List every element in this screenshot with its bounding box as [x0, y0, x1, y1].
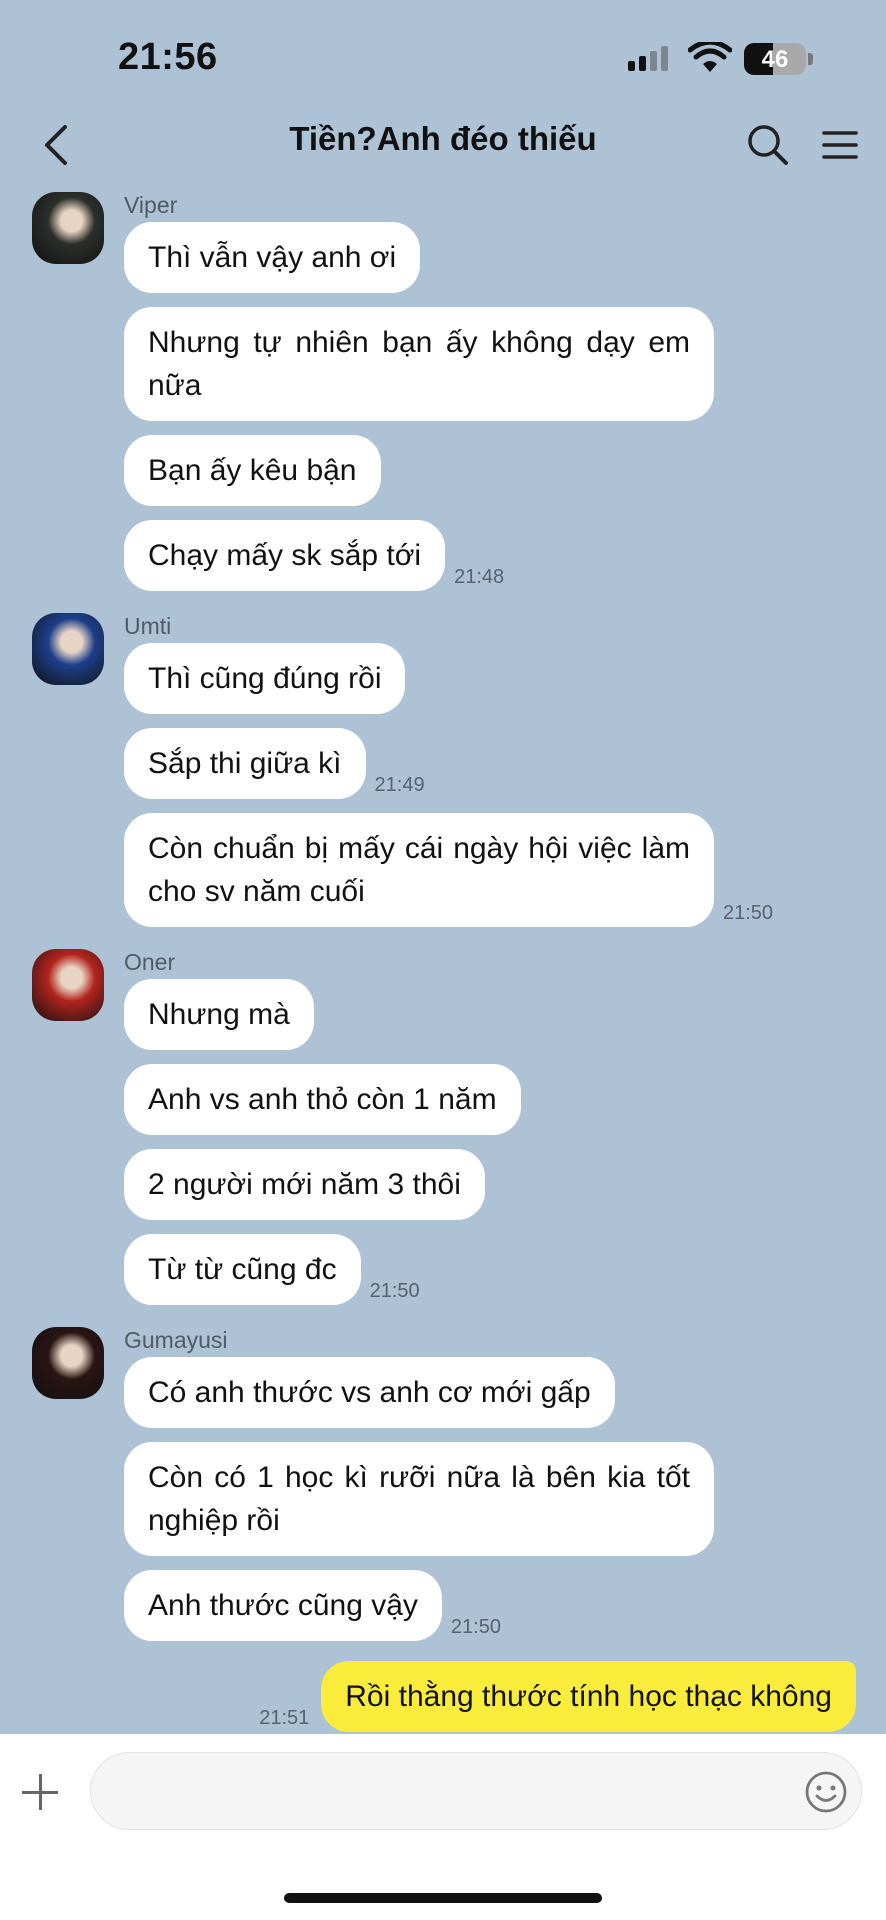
add-attachment-button[interactable]: [18, 1770, 62, 1814]
message-bubble[interactable]: Nhưng tự nhiên bạn ấy không dạy em nữa: [124, 307, 714, 421]
message-bubble[interactable]: Anh vs anh thỏ còn 1 năm: [124, 1064, 521, 1135]
message-time: 21:50: [723, 902, 774, 924]
cellular-signal-icon: [628, 46, 668, 71]
battery-percent: 46: [761, 46, 789, 73]
message-time: 21:50: [450, 1616, 501, 1638]
message-row: Thì vẫn vậy anh ơi: [124, 222, 886, 293]
message-row: Từ từ cũng đc 21:50: [124, 1234, 886, 1305]
own-message-bubble[interactable]: Rồi thằng thước tính học thạc không: [321, 1661, 856, 1732]
message-row: Chạy mấy sk sắp tới 21:48: [124, 520, 886, 591]
message-row: Còn có 1 học kì rưỡi nữa là bên kia tốt …: [124, 1442, 886, 1556]
message-bubble[interactable]: Còn chuẩn bị mấy cái ngày hội việc làm c…: [124, 813, 714, 927]
own-message-row: 21:51 Rồi thằng thước tính học thạc khôn…: [0, 1661, 886, 1732]
message-list[interactable]: Viper Thì vẫn vậy anh ơi Nhưng tự nhiên bạ…: [0, 190, 886, 1734]
status-time: 21:56: [118, 36, 218, 78]
message-row: Có anh thước vs anh cơ mới gấp: [124, 1357, 886, 1428]
message-bubble[interactable]: Nhưng mà: [124, 979, 314, 1050]
message-row: Anh vs anh thỏ còn 1 năm: [124, 1064, 886, 1135]
message-bubble[interactable]: Bạn ấy kêu bận: [124, 435, 381, 506]
message-row: Còn chuẩn bị mấy cái ngày hội việc làm c…: [124, 813, 886, 927]
chat-header: Tiền?Anh đéo thiếu: [0, 110, 886, 190]
wifi-icon: [688, 42, 732, 72]
chevron-left-icon: [45, 125, 67, 165]
message-row: Sắp thi giữa kì 21:49: [124, 728, 886, 799]
message-time: 21:49: [374, 774, 425, 796]
message-bubble[interactable]: Anh thước cũng vậy: [124, 1570, 442, 1641]
back-button[interactable]: [26, 115, 86, 175]
avatar[interactable]: [32, 192, 104, 264]
avatar[interactable]: [32, 613, 104, 685]
sender-name: Gumayusi: [124, 1327, 228, 1353]
message-time: 21:48: [454, 566, 505, 588]
battery-cap: [808, 53, 813, 65]
message-bubble[interactable]: Thì vẫn vậy anh ơi: [124, 222, 421, 293]
message-time: 21:50: [369, 1280, 420, 1302]
sender-name: Viper: [124, 192, 178, 218]
message-bubble[interactable]: Từ từ cũng đc: [124, 1234, 361, 1305]
sender-name: Oner: [124, 949, 176, 975]
message-bubble[interactable]: Có anh thước vs anh cơ mới gấp: [124, 1357, 615, 1428]
status-bar: 21:56 46: [0, 0, 886, 110]
message-bubble[interactable]: Thì cũng đúng rồi: [124, 643, 406, 714]
home-indicator: [284, 1893, 602, 1903]
message-group: Umti Thì cũng đúng rồi Sắp thi giữa kì 21:4…: [0, 611, 886, 927]
message-row: Bạn ấy kêu bận: [124, 435, 886, 506]
message-bubble[interactable]: 2 người mới năm 3 thôi: [124, 1149, 485, 1220]
message-row: Nhưng tự nhiên bạn ấy không dạy em nữa: [124, 307, 886, 421]
message-bubble[interactable]: Chạy mấy sk sắp tới: [124, 520, 446, 591]
search-icon: [748, 125, 788, 165]
message-bubble[interactable]: Còn có 1 học kì rưỡi nữa là bên kia tốt …: [124, 1442, 714, 1556]
message-group: Oner Nhưng mà Anh vs anh thỏ còn 1 năm 2 ng…: [0, 947, 886, 1305]
menu-button[interactable]: [812, 115, 868, 175]
message-group: Viper Thì vẫn vậy anh ơi Nhưng tự nhiên bạ…: [0, 190, 886, 591]
battery-icon: 46: [744, 43, 806, 75]
message-row: Anh thước cũng vậy 21:50: [124, 1570, 886, 1641]
message-group: Gumayusi Có anh thước vs anh cơ mới gấp Cò…: [0, 1325, 886, 1641]
avatar[interactable]: [32, 949, 104, 1021]
message-row: 2 người mới năm 3 thôi: [124, 1149, 886, 1220]
message-time: 21:51: [259, 1707, 310, 1729]
message-row: Thì cũng đúng rồi: [124, 643, 886, 714]
sender-name: Umti: [124, 613, 172, 639]
message-input[interactable]: [90, 1752, 862, 1830]
avatar[interactable]: [32, 1327, 104, 1399]
search-button[interactable]: [740, 115, 796, 175]
emoji-icon[interactable]: [804, 1770, 848, 1814]
message-row: Nhưng mà: [124, 979, 886, 1050]
chat-title: Tiền?Anh đéo thiếu: [289, 120, 597, 157]
message-bubble[interactable]: Sắp thi giữa kì: [124, 728, 366, 799]
hamburger-menu-icon: [822, 131, 858, 159]
